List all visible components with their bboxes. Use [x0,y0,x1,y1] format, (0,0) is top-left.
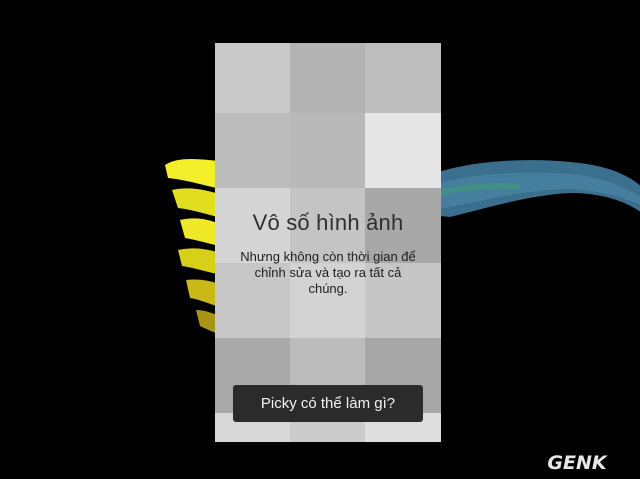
subtext-line: Nhưng không còn thời gian để [240,249,416,264]
mosaic-tile [365,43,441,113]
mosaic-tile [215,43,290,113]
onboarding-subtext: Nhưng không còn thời gian để chỉnh sửa v… [239,249,417,297]
phone-screen: Vô số hình ảnh Nhưng không còn thời gian… [215,43,441,442]
stem-image [430,160,640,217]
mosaic-tile [215,113,290,188]
mosaic-tile [290,113,365,188]
subtext-line: chỉnh sửa và tạo ra tất cả chúng. [254,265,402,296]
genk-watermark: GENK [528,451,626,473]
svg-text:GENK: GENK [547,452,607,473]
mosaic-tile [365,113,441,188]
mosaic-tile [290,43,365,113]
what-can-picky-do-button[interactable]: Picky có thể làm gì? [233,385,423,422]
onboarding-heading: Vô số hình ảnh [252,210,404,235]
genk-logo-icon: GENK [547,452,607,473]
mosaic-background [215,43,441,442]
